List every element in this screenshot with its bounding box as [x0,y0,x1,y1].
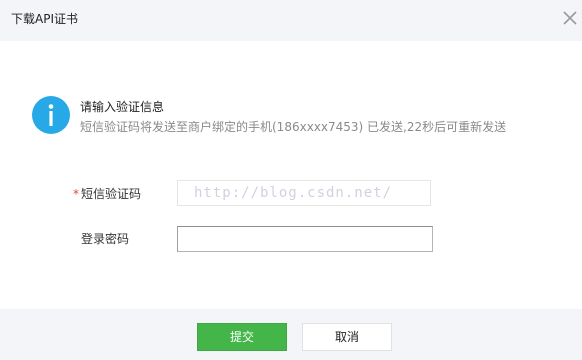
info-description: 短信验证码将发送至商户绑定的手机(186xxxx7453) 已发送,22秒后可重… [80,120,507,134]
sms-code-label: 短信验证码 [81,187,142,201]
login-password-input[interactable] [177,226,433,252]
dialog-header: 下载API证书 [0,0,582,41]
dialog-body [0,41,582,309]
dialog-footer [0,309,582,360]
login-password-label: 登录密码 [81,232,130,246]
cancel-button[interactable]: 取消 [302,323,392,351]
close-icon[interactable] [562,10,578,26]
required-mark: * [73,187,79,201]
sms-code-input[interactable] [177,180,431,206]
info-title: 请输入验证信息 [80,100,165,114]
submit-button[interactable]: 提交 [197,323,287,351]
download-api-cert-dialog: 下载API证书 请输入验证信息 短信验证码将发送至商户绑定的手机(186xxxx… [0,0,582,360]
dialog-title: 下载API证书 [11,12,78,26]
info-icon [32,96,70,134]
